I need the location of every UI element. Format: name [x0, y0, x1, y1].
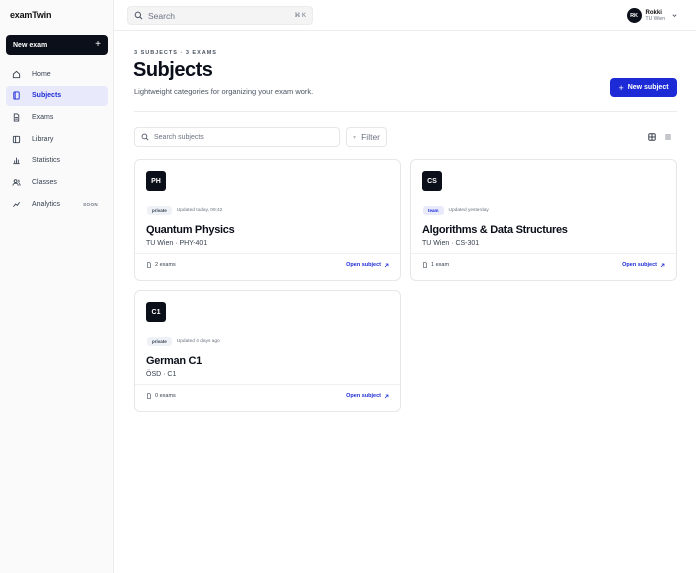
exam-count: 1 exam [431, 262, 450, 268]
subjects-search-placeholder: Search subjects [154, 133, 204, 141]
card-divider [135, 253, 400, 254]
document-icon [147, 262, 151, 268]
exam-count: 2 exams [155, 262, 176, 268]
open-subject-label: Open subject [346, 393, 381, 399]
home-icon [12, 70, 21, 79]
chevron-down-icon [672, 14, 677, 18]
sidebar-item-analytics[interactable]: Analytics SOON [6, 194, 108, 214]
new-exam-label: New exam [13, 41, 48, 49]
updated-time: Updated yesterday [448, 208, 489, 213]
arrow-up-right-icon [660, 263, 665, 267]
visibility-badge: private [147, 206, 172, 215]
subject-card-quantum-physics[interactable]: PH private Updated today, 09:42 Quantum … [134, 159, 401, 281]
list-view-button[interactable] [661, 129, 675, 145]
visibility-badge: private [147, 337, 172, 346]
soon-badge: SOON [83, 201, 98, 207]
filter-icon [353, 136, 356, 138]
bar-chart-icon [12, 156, 21, 165]
header-divider [134, 111, 677, 112]
grid-icon [648, 133, 656, 141]
sidebar-nav: Home Subjects Exams Library Statistics C… [6, 64, 108, 216]
sidebar-item-home[interactable]: Home [6, 64, 108, 84]
sidebar-item-classes[interactable]: Classes [6, 172, 108, 192]
user-name: Rokki [645, 9, 662, 16]
users-icon [12, 178, 21, 187]
open-subject-label: Open subject [346, 262, 381, 268]
library-icon [12, 135, 21, 144]
subject-card-algorithms[interactable]: CS team Updated yesterday Algorithms & D… [410, 159, 677, 281]
subject-avatar: PH [146, 171, 166, 191]
arrow-up-right-icon [384, 394, 389, 398]
page-title: Subjects [133, 59, 213, 81]
sidebar-item-library[interactable]: Library [6, 129, 108, 149]
open-subject-link[interactable]: Open subject [622, 262, 665, 268]
list-icon [665, 134, 671, 140]
filter-label: Filter [361, 132, 380, 142]
document-icon [423, 262, 427, 268]
subjects-search-input[interactable]: Search subjects [134, 127, 340, 147]
plus-icon: + [95, 39, 101, 50]
new-exam-button[interactable]: New exam + [6, 35, 108, 55]
search-icon [141, 133, 149, 141]
view-toggle [643, 129, 675, 145]
app-logo[interactable]: examTwin [10, 10, 51, 20]
subject-meta: ÖSD · C1 [146, 371, 177, 378]
book-icon [12, 91, 21, 100]
sidebar-item-label: Analytics [32, 200, 61, 208]
new-subject-button[interactable]: + New subject [610, 78, 677, 97]
subject-name: Algorithms & Data Structures [422, 224, 568, 236]
search-shortcut: ⌘ K [294, 13, 306, 19]
exam-count: 0 exams [155, 393, 176, 399]
updated-time: Updated 4 days ago [176, 339, 220, 344]
user-menu[interactable]: RK Rokki TU Wien [626, 8, 678, 23]
new-subject-label: New subject [627, 84, 669, 91]
filter-button[interactable]: Filter [346, 127, 387, 147]
global-search-input[interactable]: Search ⌘ K [127, 6, 313, 25]
open-subject-link[interactable]: Open subject [346, 262, 389, 268]
page-subtitle: Lightweight categories for organizing yo… [134, 87, 314, 96]
subject-meta: TU Wien · CS-301 [422, 240, 480, 247]
updated-time: Updated today, 09:42 [176, 208, 223, 213]
search-icon [134, 11, 143, 20]
topbar: Search ⌘ K RK Rokki TU Wien [114, 0, 696, 31]
user-org: TU Wien [645, 15, 665, 22]
search-placeholder: Search [148, 10, 175, 21]
document-icon [12, 113, 21, 122]
sidebar-item-label: Home [32, 70, 51, 78]
subject-card-german-c1[interactable]: C1 private Updated 4 days ago German C1 … [134, 290, 401, 412]
sidebar-item-label: Statistics [32, 157, 61, 165]
sidebar: examTwin New exam + Home Subjects Exams … [0, 0, 114, 573]
open-subject-link[interactable]: Open subject [346, 393, 389, 399]
sidebar-item-label: Exams [32, 113, 54, 121]
sidebar-item-label: Subjects [32, 92, 62, 100]
subject-avatar: CS [422, 171, 442, 191]
subjects-count: 3 SUBJECTS · 3 EXAMS [134, 50, 217, 56]
subject-avatar: C1 [146, 302, 166, 322]
sidebar-item-label: Library [32, 135, 54, 143]
sidebar-item-exams[interactable]: Exams [6, 107, 108, 127]
sidebar-item-label: Classes [32, 178, 57, 186]
subject-name: German C1 [146, 355, 202, 367]
sidebar-item-subjects[interactable]: Subjects [6, 85, 108, 106]
arrow-up-right-icon [384, 263, 389, 267]
plus-icon: + [618, 82, 624, 93]
grid-view-button[interactable] [645, 129, 659, 145]
subject-meta: TU Wien · PHY-401 [146, 240, 208, 247]
subject-name: Quantum Physics [146, 224, 235, 236]
avatar: RK [626, 8, 642, 23]
open-subject-label: Open subject [622, 262, 657, 268]
card-divider [411, 253, 676, 254]
document-icon [147, 393, 151, 399]
analytics-icon [12, 200, 21, 209]
visibility-badge: team [423, 206, 444, 215]
card-divider [135, 384, 400, 385]
sidebar-item-statistics[interactable]: Statistics [6, 151, 108, 171]
